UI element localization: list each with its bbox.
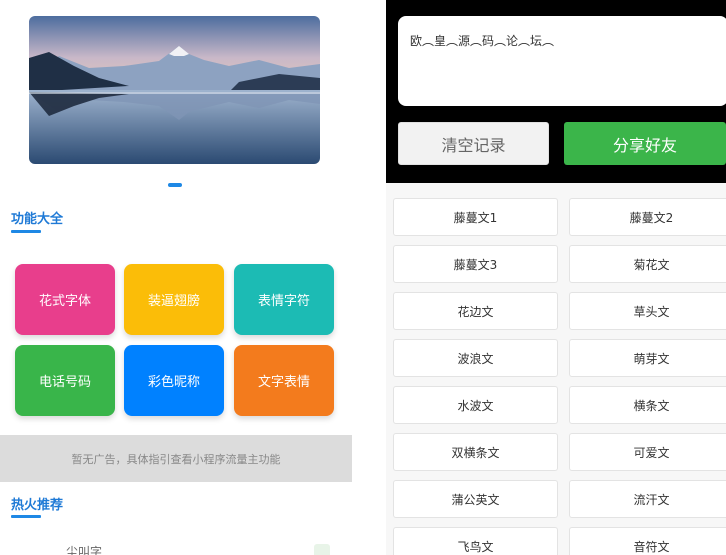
style-option[interactable]: 波浪文	[393, 339, 558, 377]
mountain-lake-image	[29, 16, 320, 164]
section-underline	[11, 230, 41, 233]
text-style-panel: 欧︵皇︵源︵码︵论︵坛︵ 清空记录 分享好友 藤蔓文1 藤蔓文2 藤蔓文3 菊花…	[386, 0, 726, 555]
style-option[interactable]: 水波文	[393, 386, 558, 424]
hot-section-title: 热火推荐	[11, 498, 64, 513]
ad-banner: 暂无广告，具体指引查看小程序流量主功能	[0, 435, 352, 482]
feature-panel: 功能大全 花式字体 装逼翅膀 表情字符 电话号码 彩色昵称 文字表情 暂无广告，…	[0, 0, 352, 555]
tile-emoji-chars[interactable]: 表情字符	[234, 264, 334, 335]
hot-item-badge	[314, 544, 330, 555]
style-option[interactable]: 双横条文	[393, 433, 558, 471]
style-option[interactable]: 可爱文	[569, 433, 726, 471]
style-option[interactable]: 藤蔓文1	[393, 198, 558, 236]
carousel-indicator[interactable]	[168, 183, 182, 187]
hot-list-item[interactable]: 尘叫字	[66, 543, 102, 555]
style-option[interactable]: 音符文	[569, 527, 726, 555]
style-option[interactable]: 花边文	[393, 292, 558, 330]
style-option[interactable]: 飞鸟文	[393, 527, 558, 555]
style-option[interactable]: 流汗文	[569, 480, 726, 518]
style-option[interactable]: 藤蔓文2	[569, 198, 726, 236]
features-section-title: 功能大全	[11, 212, 64, 227]
tile-fancy-font[interactable]: 花式字体	[15, 264, 115, 335]
style-option[interactable]: 藤蔓文3	[393, 245, 558, 283]
tile-text-emoji[interactable]: 文字表情	[234, 345, 334, 416]
style-option[interactable]: 横条文	[569, 386, 726, 424]
tile-phone-number[interactable]: 电话号码	[15, 345, 115, 416]
banner-image[interactable]	[29, 16, 320, 164]
editor-header: 欧︵皇︵源︵码︵论︵坛︵ 清空记录 分享好友	[386, 0, 726, 183]
style-option[interactable]: 蒲公英文	[393, 480, 558, 518]
section-underline	[11, 515, 41, 518]
text-input[interactable]: 欧︵皇︵源︵码︵论︵坛︵	[398, 16, 726, 106]
style-option[interactable]: 草头文	[569, 292, 726, 330]
clear-history-button[interactable]: 清空记录	[398, 122, 549, 165]
style-option[interactable]: 萌芽文	[569, 339, 726, 377]
style-option[interactable]: 菊花文	[569, 245, 726, 283]
share-friends-button[interactable]: 分享好友	[564, 122, 726, 165]
tile-color-nickname[interactable]: 彩色昵称	[124, 345, 224, 416]
tile-wings[interactable]: 装逼翅膀	[124, 264, 224, 335]
